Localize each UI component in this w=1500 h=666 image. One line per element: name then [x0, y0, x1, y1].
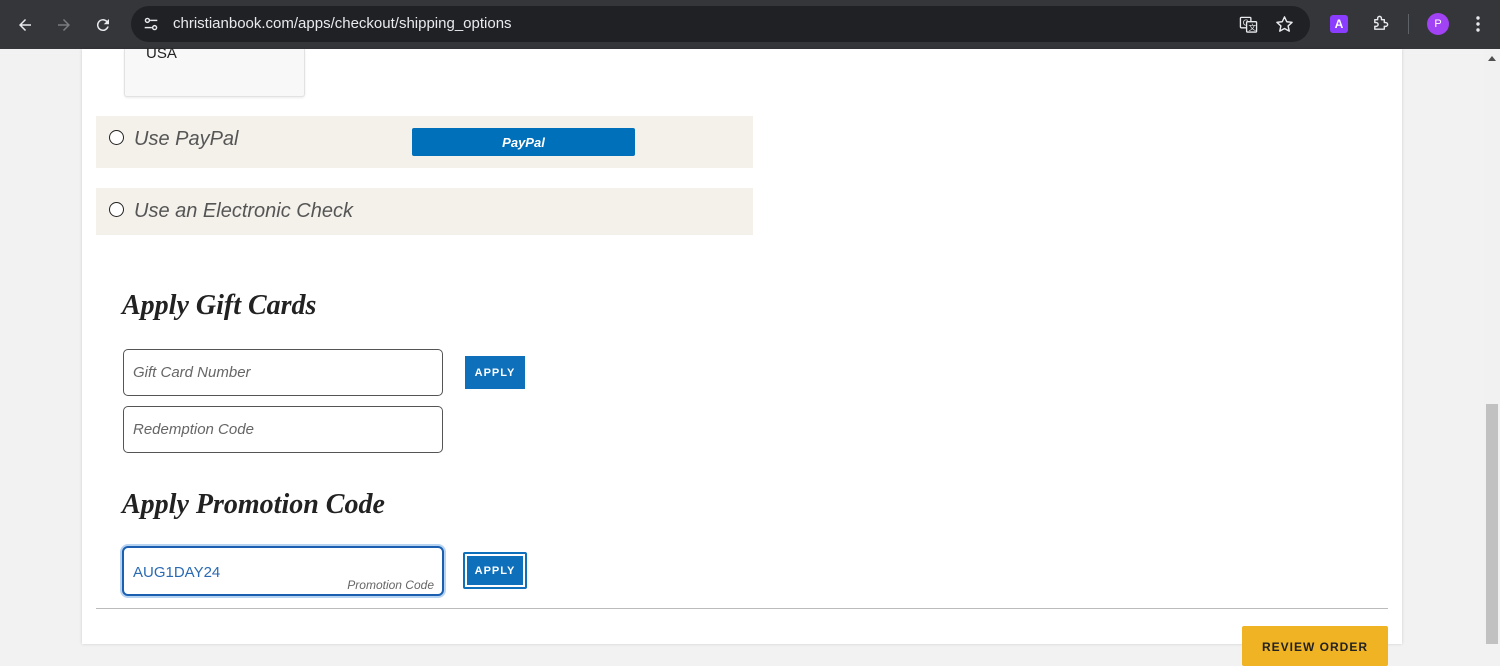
- promotion-code-input[interactable]: AUG1DAY24 Promotion Code: [122, 546, 444, 596]
- reload-icon: [96, 19, 109, 32]
- forward-button[interactable]: [51, 12, 77, 38]
- promotion-title: Apply Promotion Code: [122, 489, 385, 520]
- paypal-radio[interactable]: [109, 130, 124, 145]
- extensions-puzzle-icon[interactable]: [1370, 13, 1390, 33]
- arrow-left-icon: [19, 19, 31, 31]
- payment-option-echeck[interactable]: Use an Electronic Check: [96, 188, 753, 235]
- url-text[interactable]: christianbook.com/apps/checkout/shipping…: [173, 6, 512, 42]
- bookmark-star-icon[interactable]: [1274, 14, 1294, 34]
- site-info-icon[interactable]: [141, 14, 161, 34]
- svg-text:文: 文: [1248, 22, 1256, 32]
- payment-option-paypal[interactable]: Use PayPal PayPal: [96, 116, 753, 168]
- arrow-right-icon: [58, 19, 70, 31]
- review-order-button[interactable]: REVIEW ORDER: [1242, 626, 1388, 666]
- echeck-radio[interactable]: [109, 202, 124, 217]
- address-bar[interactable]: christianbook.com/apps/checkout/shipping…: [131, 6, 1310, 42]
- section-divider: [96, 608, 1388, 609]
- redemption-code-input[interactable]: [123, 406, 443, 453]
- extension-a-icon[interactable]: A: [1330, 15, 1348, 33]
- paypal-button[interactable]: PayPal: [412, 128, 635, 156]
- scrollbar-thumb[interactable]: [1486, 404, 1498, 644]
- promotion-code-field-label: Promotion Code: [347, 578, 434, 592]
- reload-button[interactable]: [90, 12, 116, 38]
- echeck-option-label: Use an Electronic Check: [134, 200, 353, 222]
- gift-card-apply-button[interactable]: APPLY: [465, 356, 525, 389]
- promotion-code-value[interactable]: AUG1DAY24: [133, 564, 220, 581]
- address-country: USA: [146, 45, 177, 62]
- promotion-apply-label: APPLY: [467, 556, 523, 585]
- shipping-address-card[interactable]: USA: [124, 45, 305, 97]
- back-button[interactable]: [12, 12, 38, 38]
- gift-cards-title: Apply Gift Cards: [122, 290, 317, 321]
- scroll-up-arrow-icon[interactable]: [1488, 56, 1496, 61]
- browser-toolbar: christianbook.com/apps/checkout/shipping…: [0, 0, 1500, 49]
- translate-icon[interactable]: G文: [1238, 14, 1258, 34]
- profile-avatar[interactable]: P: [1427, 13, 1449, 35]
- browser-menu-icon[interactable]: [1468, 13, 1488, 35]
- toolbar-separator: [1408, 14, 1409, 34]
- paypal-option-label: Use PayPal: [134, 128, 239, 150]
- gift-card-number-input[interactable]: [123, 349, 443, 396]
- promotion-apply-button[interactable]: APPLY: [463, 552, 527, 589]
